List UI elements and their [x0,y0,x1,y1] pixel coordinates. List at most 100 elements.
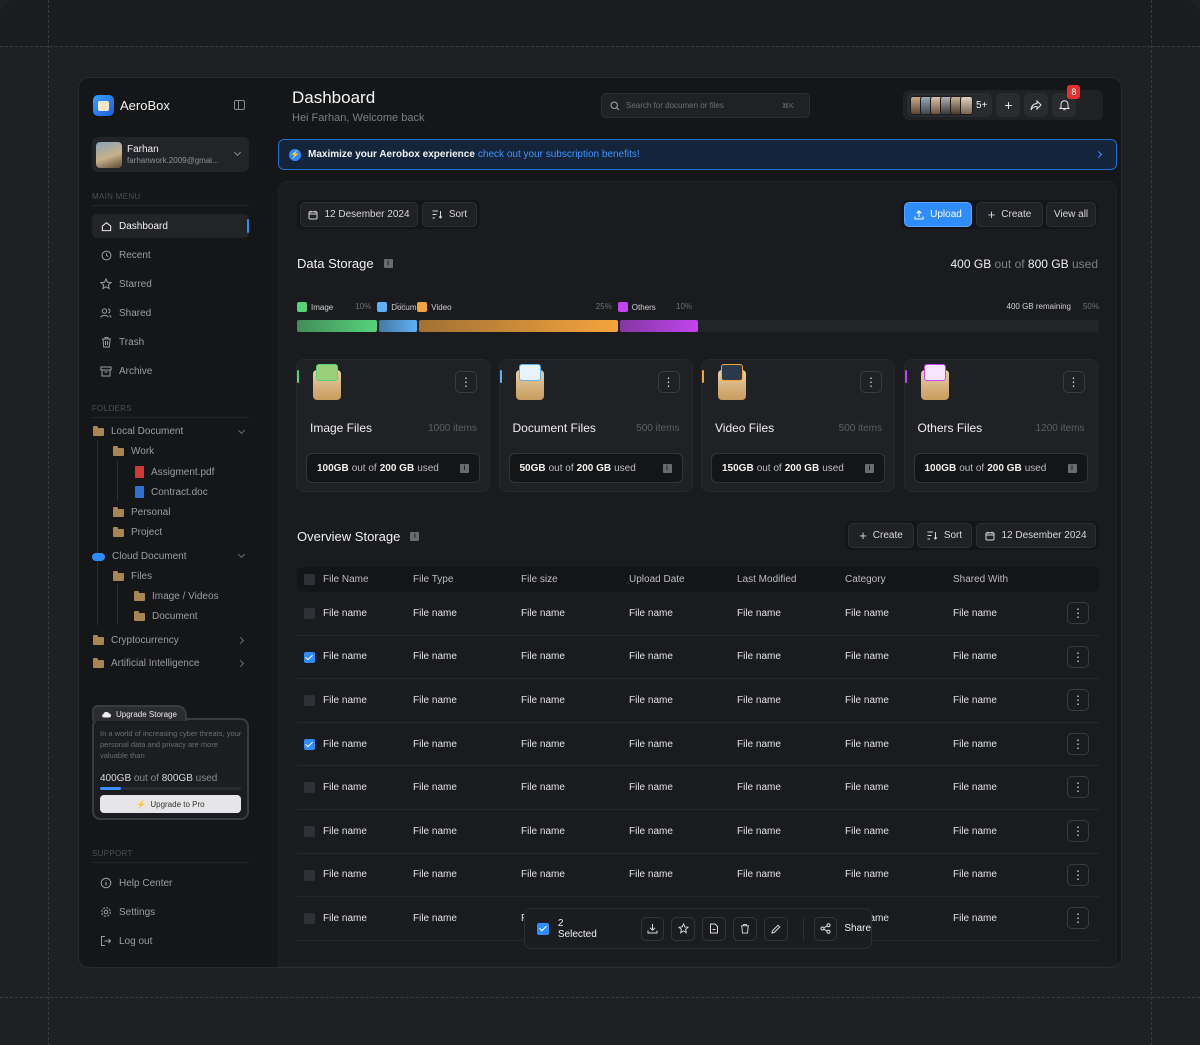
row-checkbox[interactable] [304,869,315,881]
table-row[interactable]: File name File name File name File name File… [297,766,1099,810]
info-icon[interactable]: i [865,464,874,473]
folder-project[interactable]: Project [113,526,162,538]
file-details-button[interactable] [702,916,726,941]
share-button[interactable] [1024,93,1049,117]
folder-artificial-intelligence[interactable]: Artificial Intelligence [93,657,199,669]
column-header[interactable]: File size [521,567,558,592]
share-button[interactable] [813,916,838,941]
sidebar-item-help-center[interactable]: Help Center [92,871,249,895]
sort-button[interactable]: Sort [422,202,477,227]
sidebar-item-trash[interactable]: Trash [92,330,249,354]
row-checkbox[interactable] [304,651,315,663]
sidebar-item-shared[interactable]: Shared [92,301,249,325]
upgrade-to-pro-button[interactable]: ⚡ Upgrade to Pro [100,795,241,813]
storage-card-video[interactable]: ⋮ Video Files 500 items 150GB out of 200 GB us… [701,359,895,492]
download-button[interactable] [640,916,665,941]
table-row[interactable]: File name File name File name File name File… [297,810,1099,854]
banner-link[interactable]: check out your subscription benefits! [478,149,640,160]
search-box[interactable]: ⌘K [601,93,810,118]
file-contract[interactable]: Contract.doc [135,486,208,498]
info-icon[interactable]: i [1067,464,1077,473]
edit-button[interactable] [763,916,788,941]
column-header[interactable]: Upload Date [629,567,685,592]
sidebar-item-archive[interactable]: Archive [92,359,249,383]
more-options-button[interactable]: ⋮ [455,371,477,393]
subscription-banner[interactable]: ⚡ Maximize your Aerobox experience check… [278,139,1117,170]
row-more-options-button[interactable]: ⋮ [1067,689,1089,712]
date-picker-button[interactable]: 12 Desember 2024 [300,202,418,227]
overview-date-button[interactable]: 12 Desember 2024 [976,523,1096,548]
more-options-button[interactable]: ⋮ [1062,371,1085,393]
chevron-right-icon[interactable] [236,636,245,645]
folder-files[interactable]: Files [113,570,152,582]
table-cell: File name [953,738,997,750]
info-icon[interactable]: i [410,532,420,541]
select-all-checkbox[interactable] [304,574,315,585]
sidebar-item-dashboard[interactable]: Dashboard [92,214,249,238]
row-more-options-button[interactable]: ⋮ [1067,732,1089,755]
table-row[interactable]: File name File name File name File name File… [297,854,1099,898]
column-header[interactable]: Last Modified [737,567,796,592]
data-storage-heading: Data Storage i [297,256,393,271]
chevron-right-icon[interactable] [236,659,245,668]
table-row[interactable]: File name File name File name File name File… [297,636,1099,680]
upload-button[interactable]: Upload [904,202,972,227]
row-more-options-button[interactable]: ⋮ [1067,863,1089,886]
chevron-down-icon[interactable] [237,426,246,435]
folder-personal[interactable]: Personal [113,506,170,518]
sidebar-collapse-icon[interactable] [234,100,245,110]
row-more-options-button[interactable]: ⋮ [1067,776,1089,799]
column-header[interactable]: Shared With [953,567,1008,592]
more-options-button[interactable]: ⋮ [860,371,882,393]
create-button[interactable]: + Create [976,202,1043,227]
star-button[interactable] [671,916,696,941]
folder-local-document[interactable]: Local Document [93,425,183,437]
share-label[interactable]: Share [844,923,871,934]
row-checkbox[interactable] [304,782,315,794]
row-more-options-button[interactable]: ⋮ [1067,820,1089,842]
row-checkbox[interactable] [304,826,315,837]
overview-create-button[interactable]: + Create [848,523,914,548]
info-icon[interactable]: i [383,259,393,268]
sidebar-item-logout[interactable]: Log out [92,929,249,953]
row-checkbox[interactable] [304,738,315,750]
info-icon[interactable]: i [460,464,469,473]
storage-card-document[interactable]: ⋮ Document Files 500 items 50GB out of 200 GB… [498,359,693,492]
search-input[interactable] [626,101,776,110]
sidebar-item-recent[interactable]: Recent [92,243,249,267]
table-row[interactable]: File name File name File name File name File… [297,679,1099,723]
notification-button[interactable]: 8 [1052,85,1081,117]
row-more-options-button[interactable]: ⋮ [1067,645,1089,668]
sidebar-item-starred[interactable]: Starred [92,272,249,296]
row-checkbox[interactable] [304,608,315,619]
column-header[interactable]: File Type [413,567,453,592]
sidebar-item-settings[interactable]: Settings [92,900,249,924]
folder-cloud-document[interactable]: Cloud Document [92,551,186,562]
row-more-options-button[interactable]: ⋮ [1067,907,1089,930]
folder-image-videos[interactable]: Image / Videos [134,590,219,602]
column-header[interactable]: File Name [323,567,369,592]
row-checkbox[interactable] [304,913,315,925]
table-row[interactable]: File name File name File name File name File… [297,723,1099,767]
chevron-down-icon[interactable] [237,550,246,559]
view-all-button[interactable]: View all [1046,202,1096,227]
delete-button[interactable] [733,916,757,941]
row-more-options-button[interactable]: ⋮ [1067,602,1089,624]
table-row[interactable]: File name File name File name File name File… [297,592,1099,636]
logo[interactable]: AeroBox [93,95,170,116]
storage-card-others[interactable]: ⋮ Others Files 1200 items 100GB out of 200 GB… [903,359,1098,492]
folder-work[interactable]: Work [113,445,154,457]
folder-cryptocurrency[interactable]: Cryptocurrency [93,634,179,646]
info-icon[interactable]: i [662,464,672,473]
overview-sort-button[interactable]: Sort [917,523,972,548]
selection-checkbox[interactable] [537,922,549,935]
add-button[interactable]: + [996,93,1021,117]
storage-card-image[interactable]: ⋮ Image Files 1000 items 100GB out of 200 GB u… [296,359,490,492]
file-assignment[interactable]: Assigment.pdf [135,466,214,478]
column-header[interactable]: Category [845,567,886,592]
more-options-button[interactable]: ⋮ [657,371,680,393]
user-profile[interactable]: Farhan farhanwork.2009@gmai... [92,137,249,172]
row-checkbox[interactable] [304,695,315,707]
folder-document[interactable]: Document [134,610,198,622]
shared-members[interactable]: 5+ [907,93,993,117]
